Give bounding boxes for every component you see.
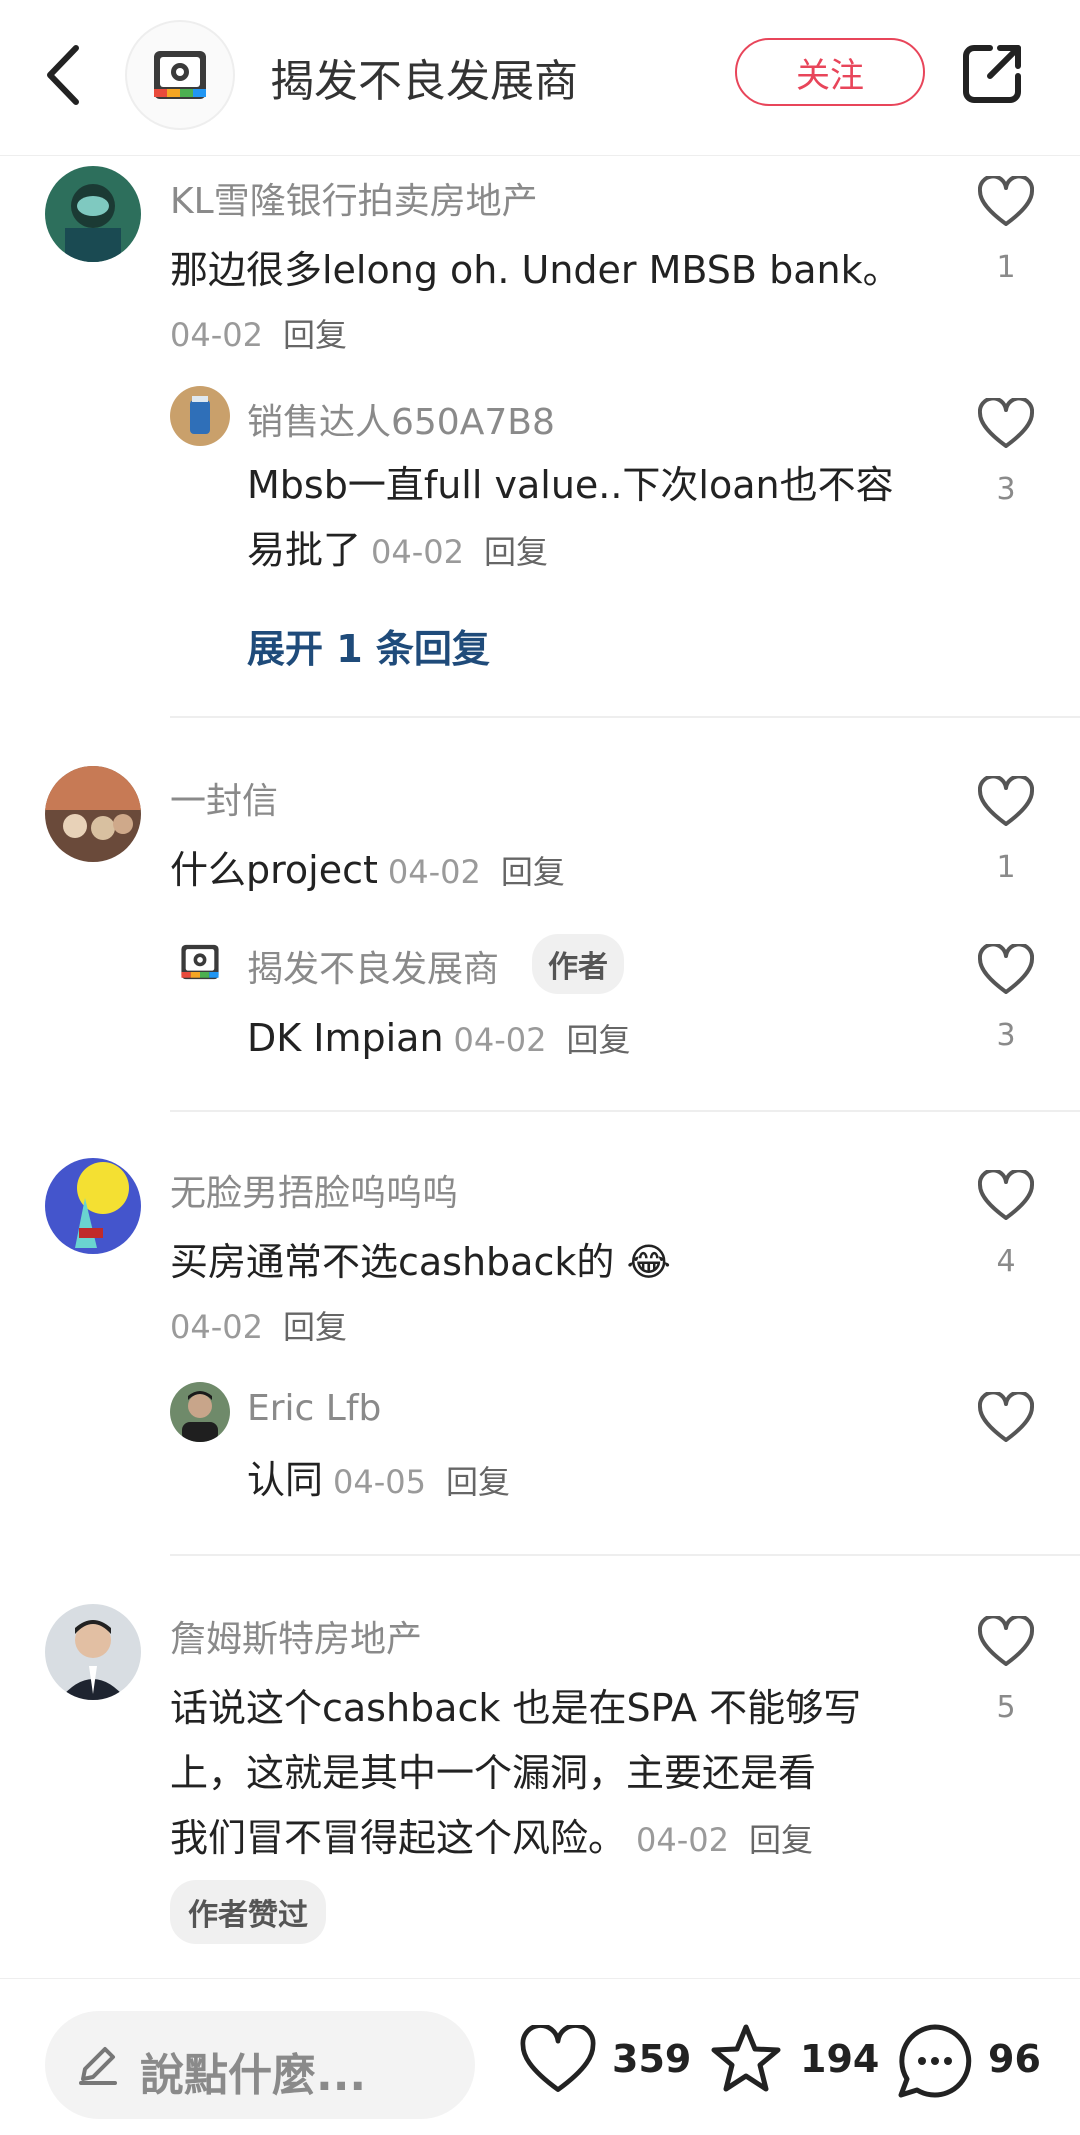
reply-text-line1: Mbsb一直full value..下次loan也不容 — [247, 463, 894, 507]
reply-text-line2: 易批了 — [247, 528, 362, 572]
author-badge: 作者 — [532, 934, 624, 994]
diver-avatar-image — [45, 166, 141, 262]
back-arrow-icon[interactable] — [40, 40, 90, 110]
comment-text: 什么project — [170, 848, 378, 892]
likes-count: 359 — [612, 2037, 692, 2081]
businessman-avatar-image — [45, 1604, 141, 1700]
comment-text-line2: 上，这就是其中一个漏洞，主要还是看 — [170, 1751, 817, 1795]
reply-author[interactable]: 揭发不良发展商 — [247, 940, 499, 992]
comment-placeholder: 說點什麼... — [140, 2050, 367, 2101]
heart-icon[interactable] — [978, 176, 1034, 228]
reply-button[interactable]: 回复 — [283, 1308, 347, 1346]
avatar[interactable] — [45, 766, 141, 862]
share-icon[interactable] — [960, 40, 1026, 106]
reply-text-row: DK Impian 04-02 回复 — [247, 1006, 631, 1073]
comments-count: 96 — [988, 2037, 1041, 2081]
like-count: 3 — [996, 1018, 1016, 1053]
cartoon-avatar-image — [45, 1158, 141, 1254]
reply-button[interactable]: 回复 — [283, 316, 347, 354]
reply-button[interactable]: 回复 — [446, 1463, 510, 1501]
page-title: 揭发不良发展商 — [270, 56, 578, 107]
follow-button[interactable]: 关注 — [735, 38, 925, 106]
comment-author[interactable]: 无脸男捂脸呜呜呜 — [170, 1164, 458, 1216]
like-count: 3 — [996, 472, 1016, 507]
author-liked-badge: 作者赞过 — [170, 1880, 326, 1944]
avatar[interactable] — [45, 1604, 141, 1700]
like-count: 1 — [996, 850, 1016, 885]
star-icon[interactable] — [708, 2021, 784, 2097]
comment-date: 04-02 — [387, 853, 481, 891]
avatar[interactable] — [170, 386, 230, 446]
heart-icon[interactable] — [978, 1392, 1034, 1444]
bottom-action-bar: 說點什麼... 359 194 96 — [0, 1978, 1080, 2135]
comment-text-line3: 我们冒不冒得起这个风险。 — [170, 1816, 627, 1860]
avatar[interactable] — [45, 1158, 141, 1254]
reply-button[interactable]: 回复 — [567, 1021, 631, 1059]
comment-author[interactable]: 詹姆斯特房地产 — [170, 1610, 422, 1662]
reply-author[interactable]: Eric Lfb — [247, 1388, 381, 1429]
divider — [170, 1554, 1080, 1556]
reply-text: DK Impian — [247, 1016, 444, 1060]
stars-count: 194 — [800, 2037, 880, 2081]
expand-replies-link[interactable]: 展开 1 条回复 — [247, 618, 490, 673]
comment-date: 04-02 — [636, 1821, 729, 1859]
avatar[interactable] — [45, 166, 141, 262]
comment-text-line3-row: 我们冒不冒得起这个风险。 04-02 回复 — [170, 1806, 813, 1873]
like-heart-icon[interactable] — [520, 2025, 596, 2095]
reply-author[interactable]: 销售达人650A7B8 — [247, 393, 555, 445]
drink-avatar-image — [170, 386, 230, 446]
top-bar: 揭发不良发展商 关注 — [0, 0, 1080, 156]
comment-text: 买房通常不选cashback的 😂 — [170, 1240, 671, 1284]
reply-button[interactable]: 回复 — [749, 1821, 813, 1859]
heart-icon[interactable] — [978, 776, 1034, 828]
reply-text-line2-row: 易批了 04-02 回复 — [247, 518, 548, 585]
divider — [170, 1110, 1080, 1112]
like-count: 5 — [996, 1690, 1016, 1725]
reply-button[interactable]: 回复 — [501, 853, 565, 891]
camera-logo-icon — [181, 944, 219, 980]
comment-meta: 04-02 回复 — [170, 1302, 347, 1348]
reply-button[interactable]: 回复 — [484, 533, 548, 571]
comment-date: 04-02 — [170, 316, 263, 354]
comment-text: 那边很多lelong oh. Under MBSB bank。 — [170, 248, 901, 292]
person-avatar-image — [170, 1382, 230, 1442]
comment-bubble-icon[interactable] — [895, 2021, 975, 2101]
camera-logo-icon — [154, 51, 206, 99]
reply-date: 04-05 — [333, 1463, 426, 1501]
comment-date: 04-02 — [170, 1308, 263, 1346]
comment-meta: 04-02 回复 — [170, 310, 347, 356]
reply-text: 认同 — [247, 1458, 324, 1502]
avatar[interactable] — [170, 1382, 230, 1442]
heart-icon[interactable] — [978, 944, 1034, 996]
sunset-avatar-image — [45, 766, 141, 862]
reply-date: 04-02 — [453, 1021, 547, 1059]
comment-text-row: 什么project 04-02 回复 — [170, 838, 565, 905]
heart-icon[interactable] — [978, 1170, 1034, 1222]
heart-icon[interactable] — [978, 398, 1034, 450]
heart-icon[interactable] — [978, 1616, 1034, 1668]
avatar[interactable] — [178, 942, 222, 986]
divider — [170, 716, 1080, 718]
like-count: 4 — [996, 1244, 1016, 1279]
comment-input[interactable]: 說點什麼... — [45, 2011, 475, 2119]
pen-icon — [79, 2047, 117, 2085]
reply-date: 04-02 — [371, 533, 464, 571]
comment-author[interactable]: 一封信 — [170, 772, 278, 824]
comment-author[interactable]: KL雪隆银行拍卖房地产 — [170, 172, 538, 224]
author-avatar[interactable] — [125, 20, 235, 130]
comment-text-line1: 话说这个cashback 也是在SPA 不能够写 — [170, 1686, 862, 1730]
like-count: 1 — [996, 250, 1016, 285]
reply-text-row: 认同 04-05 回复 — [247, 1448, 510, 1515]
